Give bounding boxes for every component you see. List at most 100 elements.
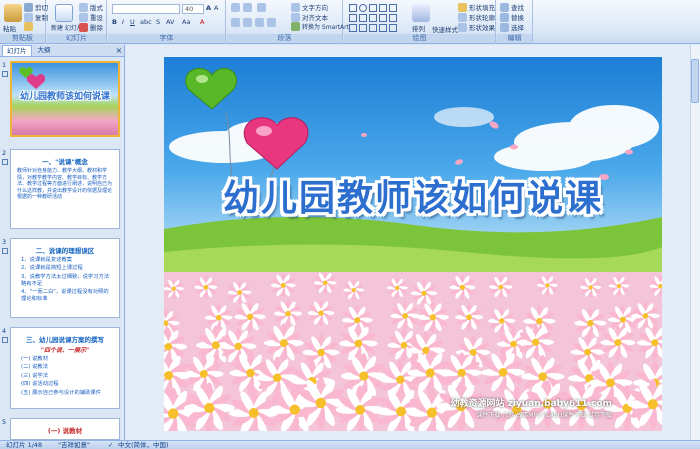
slide-number: 1 [2,61,7,69]
shape-arrow-icon[interactable] [379,4,387,12]
shape-flowchart-icon[interactable] [379,24,387,32]
vertical-scrollbar[interactable] [690,45,700,440]
strikethrough-button[interactable]: abc [140,18,152,26]
language-indicator[interactable]: 中文(简体，中国) [118,441,169,449]
thumb-title: (一) 说教材 [47,427,83,435]
find-button[interactable]: 查找 [500,2,524,12]
shape-fill-button[interactable]: 形状填充 [458,2,495,12]
paragraph-group: 文字方向 对齐文本 转换为 SmartArt 段落 [227,0,349,44]
font-label: 字体 [108,34,225,43]
shape-star-icon[interactable] [359,14,367,22]
slide-thumbnail[interactable]: 三、幼儿园说课方案的撰写 "四个说、一展示" (一) 说教材 (二) 说教法 (… [10,327,120,409]
thumb-item: (三) 说学法 [21,372,49,379]
new-slide-icon[interactable] [55,4,73,22]
theme-name: "吉祥如意" [58,441,90,449]
align-center-button[interactable] [243,18,252,27]
spacing-button[interactable]: AV [166,18,174,26]
shape-rectangle-icon[interactable] [349,4,357,12]
font-name-field[interactable] [112,4,180,14]
grow-font-button[interactable]: A [206,4,211,12]
slide-thumbnail[interactable]: 幼儿园教师该如何说课 [10,61,120,137]
thumb-title: 幼儿园教师该如何说课 [19,92,110,102]
thumb-item: 4、"一而二白"，说课过程没有对照的理论和标准 [21,289,109,302]
slide-thumbnail[interactable]: (一) 说教材 [10,418,120,440]
animation-icon [2,159,8,165]
slide-number: 4 [2,327,7,335]
numbering-button[interactable] [243,3,252,12]
reset-button[interactable]: 重设 [79,12,103,22]
slide-canvas[interactable]: 幼儿园教师该如何说课 幼教资源网站 ziyuan.baby611.com 课件下… [164,57,662,431]
bold-button[interactable]: B [112,18,117,26]
font-color-button[interactable]: A [200,18,204,26]
shape-block-arrow-icon[interactable] [349,24,357,32]
thumb-title: 三、幼儿园说课方案的撰写 [26,336,104,344]
layout-icon [79,2,88,12]
fill-icon [458,2,467,12]
shape-oval-icon[interactable] [359,4,367,12]
thumb-item: (一) 说教材 [21,355,49,362]
indent-icon [257,3,266,12]
replace-button[interactable]: 替换 [500,12,524,22]
text-direction-button[interactable]: 文字方向 [291,2,328,12]
thumb-item: 2、说课就是简短上课过程 [21,265,83,271]
shape-curve-icon[interactable] [379,14,387,22]
cut-button[interactable]: 剪切 [24,2,48,12]
shape-effect-button[interactable]: 形状效果 [458,22,495,32]
shrink-font-button[interactable]: A [214,4,218,12]
layout-button[interactable]: 版式 [79,2,103,12]
align-right-button[interactable] [255,18,264,27]
align-left-button[interactable] [231,18,240,27]
format-painter-button[interactable] [24,22,33,31]
thumb-title: 一、"说课"概念 [42,158,88,166]
paragraph-label: 段落 [227,34,342,43]
replace-icon [500,12,509,22]
tab-outline[interactable]: 大纲 [34,45,55,56]
indent-button[interactable] [257,3,266,12]
paste-button[interactable]: 粘贴 [3,23,16,33]
scrollbar-thumb[interactable] [691,59,699,103]
thumb-subtitle: "四个说、一展示" [40,347,90,354]
clipboard-group: 粘贴 剪切 复制 剪贴板 [0,0,48,44]
arrange-button[interactable]: 排列 [412,23,425,33]
justify-button[interactable] [267,18,276,27]
tab-slides[interactable]: 幻灯片 [2,45,32,56]
delete-button[interactable]: 删除 [79,22,103,32]
shapes-gallery[interactable] [348,3,404,33]
slides-label: 幻灯片 [47,34,106,43]
shape-outline-button[interactable]: 形状轮廓 [458,12,495,22]
italic-button[interactable]: I [122,18,124,26]
shape-callout-icon[interactable] [389,14,397,22]
bullets-button[interactable] [231,3,240,12]
binoculars-icon [500,2,509,12]
slide-number: 5 [2,418,7,426]
outline-icon [458,12,467,22]
select-button[interactable]: 选择 [500,22,524,32]
shape-triangle-icon[interactable] [389,4,397,12]
slide-title[interactable]: 幼儿园教师该如何说课 [164,169,662,221]
underline-button[interactable]: U [130,18,135,26]
shape-brace-icon[interactable] [369,14,377,22]
arrange-icon[interactable] [412,4,430,22]
copy-button[interactable]: 复制 [24,12,48,22]
shadow-button[interactable]: S [156,18,160,26]
close-icon[interactable]: × [114,45,124,56]
font-size-field[interactable]: 40 [182,4,204,14]
quick-styles-button[interactable]: 快速样式 [432,24,458,34]
change-case-button[interactable]: Aa [182,18,190,26]
shape-more-icon[interactable] [389,24,397,32]
align-text-button[interactable]: 对齐文本 [291,12,328,22]
copy-icon [24,12,33,22]
shape-cloud-icon[interactable] [369,24,377,32]
thumb-item: 3、说教学方法太过细致，说学习方法略有不足 [21,273,110,287]
brush-icon [24,22,33,31]
animation-icon [2,337,8,343]
thumb-body: 教师针对自身能力、教学大纲、教材和学情，对教学教学内容、教学目标、教学方法、教学… [17,168,113,200]
paste-icon[interactable] [4,4,22,22]
shape-line-icon[interactable] [369,4,377,12]
slide-thumbnail[interactable]: 一、"说课"概念 教师针对自身能力、教学大纲、教材和学情，对教学教学内容、教学目… [10,149,120,229]
shape-rounded-icon[interactable] [349,14,357,22]
select-icon [500,22,509,32]
shape-heart-icon[interactable] [359,24,367,32]
slide-thumbnail[interactable]: 二、说课的理想误区 1、说课就是复述教案 2、说课就是简短上课过程 3、说教学方… [10,238,120,318]
smartart-button[interactable]: 转换为 SmartArt [291,22,349,31]
